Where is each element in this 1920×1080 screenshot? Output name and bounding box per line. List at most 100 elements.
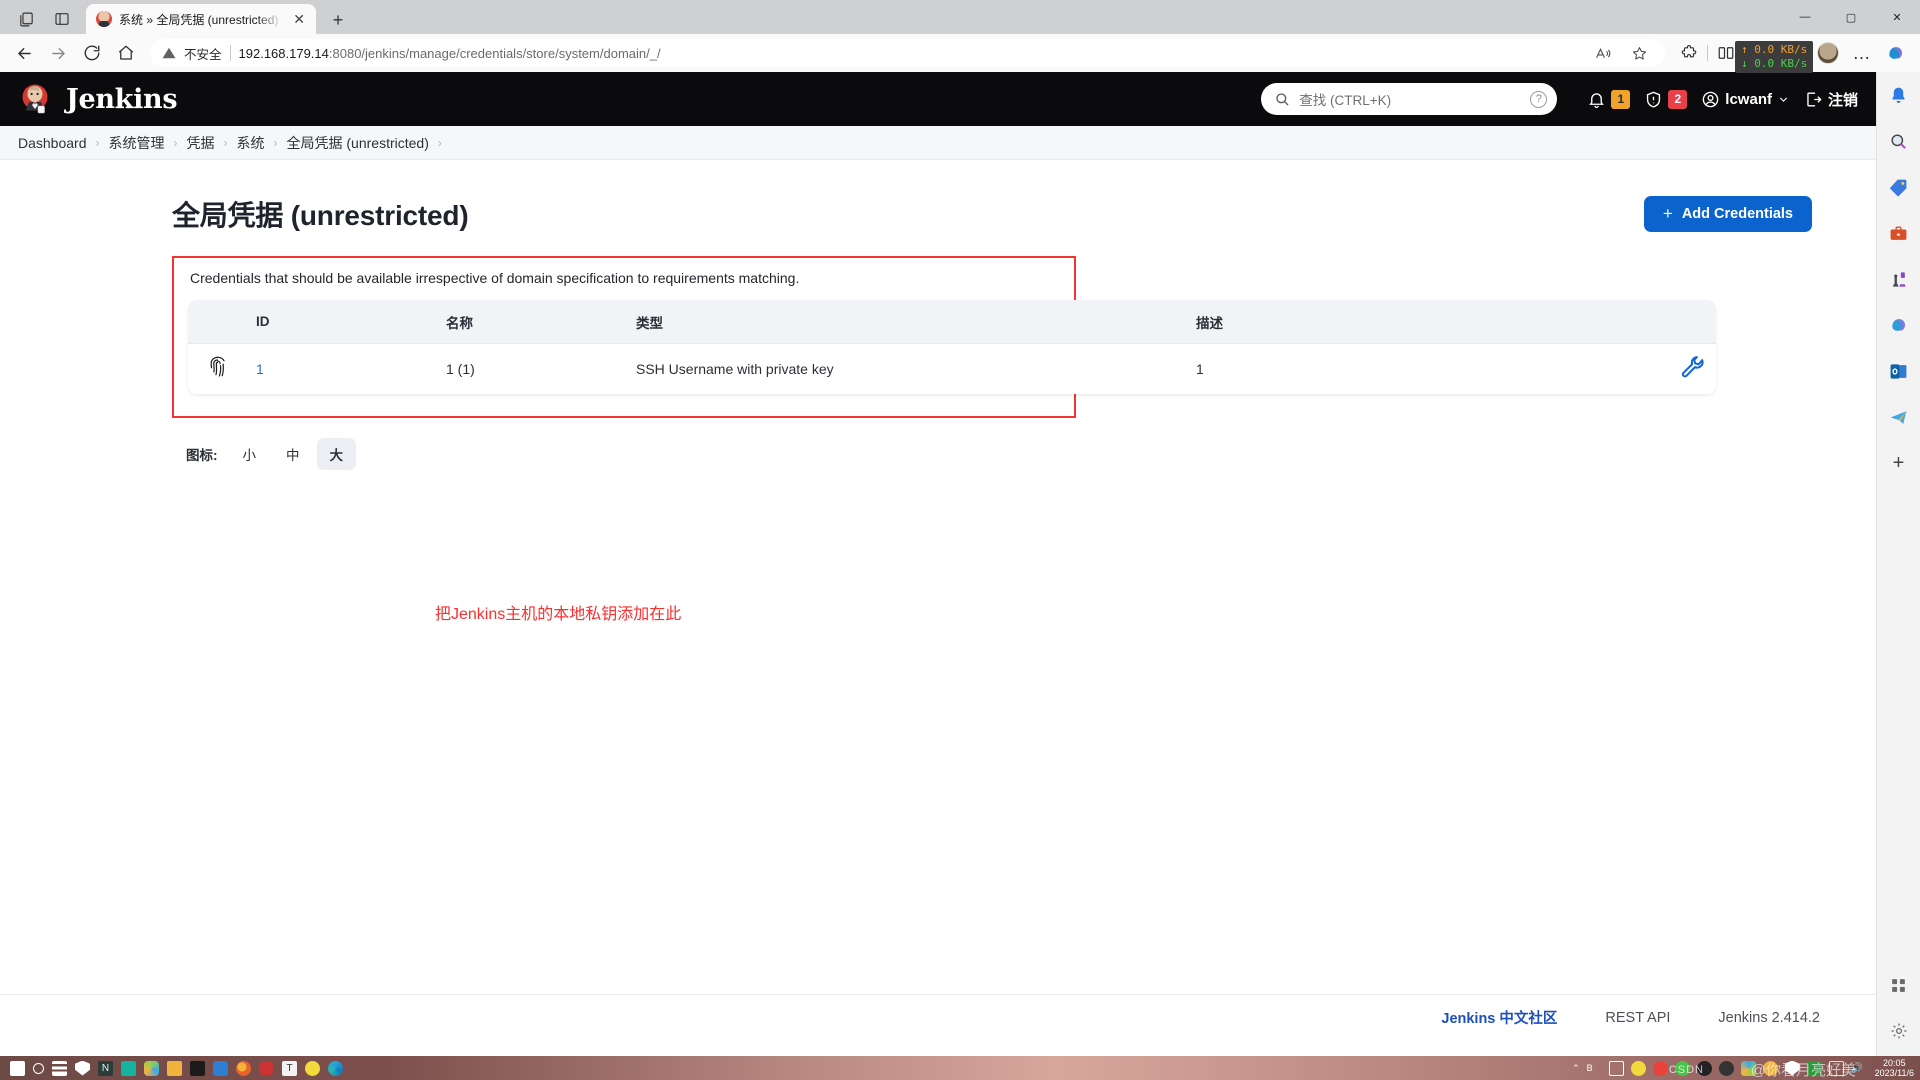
games-icon[interactable] (1886, 266, 1912, 292)
taskbar-clock[interactable]: 20:05 2023/11/6 (1873, 1058, 1914, 1078)
cell-type: SSH Username with private key (626, 344, 1186, 394)
browser-window: 系统 » 全局凭据 (unrestricted) [Je ✕ + — ▢ ✕ 不… (0, 0, 1920, 1056)
breadcrumb-item-global[interactable]: 全局凭据 (unrestricted) (287, 133, 429, 153)
typora-icon[interactable]: T (282, 1060, 297, 1076)
flame-icon[interactable] (1762, 1060, 1778, 1076)
browser-tab[interactable]: 系统 » 全局凭据 (unrestricted) [Je ✕ (86, 4, 316, 34)
table-header-row: ID 名称 类型 描述 (188, 300, 1716, 344)
close-icon[interactable]: ✕ (290, 10, 308, 28)
more-options-icon[interactable]: … (1846, 37, 1878, 69)
logout-icon (1807, 91, 1822, 107)
home-icon[interactable] (110, 37, 142, 69)
firefox-icon[interactable] (236, 1060, 251, 1076)
file-explorer-icon[interactable] (167, 1060, 182, 1076)
url-host: 192.168.179.14 (238, 45, 329, 61)
read-aloud-icon[interactable] (1587, 37, 1619, 69)
profile-avatar[interactable] (1812, 37, 1844, 69)
col-id[interactable]: ID (246, 300, 436, 344)
search-icon[interactable] (33, 1062, 44, 1074)
new-tab-button[interactable]: + (324, 6, 352, 34)
help-icon[interactable]: ? (1530, 90, 1548, 108)
tab-actions-icon[interactable] (8, 4, 44, 34)
shopping-tag-icon[interactable] (1886, 174, 1912, 200)
user-avatar-icon (1702, 91, 1719, 107)
settings-gear-icon[interactable] (1886, 1018, 1912, 1044)
breadcrumb-item-dashboard[interactable]: Dashboard (18, 135, 87, 151)
footer-community-link[interactable]: Jenkins 中文社区 (1441, 1007, 1557, 1028)
chevron-down-icon (1779, 96, 1788, 102)
page-title: 全局凭据 (unrestricted) (172, 200, 469, 231)
user-menu[interactable]: lcwanf (1701, 90, 1790, 109)
window-close-button[interactable]: ✕ (1874, 0, 1920, 34)
search-input[interactable]: 查找 (CTRL+K) ? (1261, 83, 1558, 115)
outlook-icon[interactable] (1886, 358, 1912, 384)
table-row[interactable]: 1 1 (1) SSH Username with private key 1 (188, 344, 1716, 394)
jenkins-brand[interactable]: Jenkins (66, 84, 178, 115)
reload-icon[interactable] (76, 37, 108, 69)
search-icon[interactable] (1886, 128, 1912, 154)
breadcrumb-item-credentials[interactable]: 凭据 (187, 133, 215, 153)
logout-button[interactable]: 注销 (1804, 89, 1858, 110)
notifications-bell-icon[interactable] (1886, 82, 1912, 108)
music-icon[interactable] (305, 1060, 320, 1076)
telegram-icon[interactable] (1886, 404, 1912, 430)
monitor-icon[interactable] (1806, 1060, 1822, 1076)
cell-actions (1656, 344, 1716, 394)
forward-icon[interactable] (42, 37, 74, 69)
table-head: ID 名称 类型 描述 (188, 300, 1716, 344)
nvidia-icon[interactable] (190, 1060, 205, 1076)
apps-icon[interactable] (1886, 972, 1912, 998)
notepad-icon[interactable]: N (98, 1060, 113, 1076)
volume-icon[interactable]: 🔊 (1851, 1061, 1866, 1076)
col-type[interactable]: 类型 (626, 300, 1186, 344)
tools-briefcase-icon[interactable] (1886, 220, 1912, 246)
add-credentials-button[interactable]: + Add Credentials (1643, 196, 1812, 232)
extensions-icon[interactable] (1673, 37, 1705, 69)
col-description[interactable]: 描述 (1186, 300, 1656, 344)
split-pane-icon[interactable] (44, 4, 80, 34)
at-icon[interactable] (1718, 1060, 1734, 1076)
jenkins-logo-icon[interactable] (18, 82, 52, 116)
minimize-button[interactable]: — (1782, 0, 1828, 34)
icon-size-small[interactable]: 小 (230, 438, 270, 470)
annotation-text: 把Jenkins主机的本地私钥添加在此 (435, 606, 682, 623)
maximize-button[interactable]: ▢ (1828, 0, 1874, 34)
keyboard-icon[interactable] (1828, 1060, 1844, 1076)
copilot-icon[interactable] (1880, 37, 1912, 69)
breadcrumb-item-manage[interactable]: 系统管理 (109, 133, 165, 153)
jenkins-page: Jenkins 查找 (CTRL+K) ? 1 2 lcwanf 注销 Dash… (0, 72, 1876, 1056)
breadcrumb-item-system[interactable]: 系统 (237, 133, 265, 153)
add-icon[interactable]: + (1886, 450, 1912, 476)
address-bar[interactable]: 不安全 192.168.179.14:8080/jenkins/manage/c… (150, 39, 1665, 67)
edge-icon[interactable] (328, 1060, 343, 1076)
wps-icon[interactable] (121, 1060, 136, 1076)
shield-icon[interactable] (1784, 1060, 1800, 1076)
qq-icon[interactable] (1652, 1060, 1668, 1076)
credential-id-link[interactable]: 1 (256, 361, 264, 377)
security-button[interactable]: 2 (1644, 89, 1688, 109)
logout-label: 注销 (1827, 91, 1858, 109)
snail-icon[interactable] (259, 1060, 274, 1076)
notifications-button[interactable]: 1 (1587, 89, 1631, 109)
col-name[interactable]: 名称 (436, 300, 626, 344)
copilot-icon[interactable] (1886, 312, 1912, 338)
footer-rest-api-link[interactable]: REST API (1605, 1010, 1670, 1026)
start-icon[interactable] (10, 1060, 25, 1076)
cell-description: 1 (1186, 344, 1656, 394)
back-icon[interactable] (8, 37, 40, 69)
task-view-icon[interactable] (52, 1060, 67, 1076)
music-tray-icon[interactable] (1630, 1060, 1646, 1076)
chevron-up-icon[interactable]: ⌃ (1572, 1063, 1580, 1074)
defender-icon[interactable] (75, 1060, 90, 1076)
icon-size-medium[interactable]: 中 (273, 438, 313, 470)
icon-size-label: 图标: (186, 448, 218, 463)
screen-recorder-icon[interactable] (1608, 1060, 1624, 1076)
apps-tray-icon[interactable] (1740, 1060, 1756, 1076)
favorite-star-icon[interactable] (1623, 37, 1655, 69)
photos-icon[interactable] (144, 1060, 159, 1076)
icon-size-large[interactable]: 大 (316, 438, 356, 470)
csdn-watermark: CSDN (1668, 1064, 1704, 1076)
vmware-icon[interactable] (213, 1060, 228, 1076)
jenkins-favicon (96, 11, 112, 27)
bilibili-icon[interactable]: B (1587, 1061, 1602, 1076)
